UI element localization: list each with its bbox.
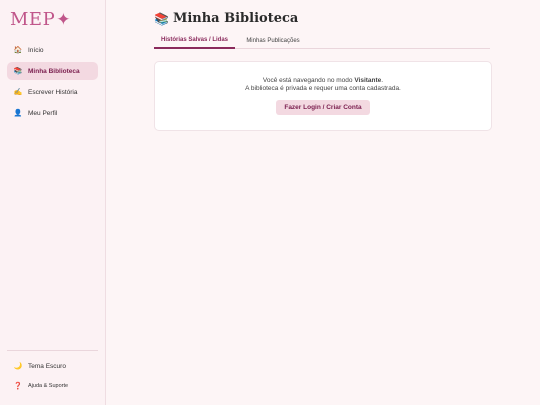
logo[interactable]: MEP✦ <box>10 9 71 30</box>
books-icon: 📚 <box>154 11 169 26</box>
tab-historias-salvas[interactable]: Histórias Salvas / Lidas <box>154 33 235 49</box>
private-library-message: A biblioteca é privada e requer uma cont… <box>245 85 401 92</box>
sidebar-divider <box>7 350 98 351</box>
sparkle-icon: ✦ <box>56 10 71 30</box>
user-icon: 👤 <box>13 110 23 117</box>
sidebar-item-meu-perfil[interactable]: 👤 Meu Perfil <box>7 104 98 122</box>
sidebar-item-label: Meu Perfil <box>28 109 58 117</box>
page-title: 📚 Minha Biblioteca <box>154 11 298 26</box>
main-content: 📚 Minha Biblioteca Histórias Salvas / Li… <box>106 0 540 405</box>
sidebar-item-label: Minha Biblioteca <box>28 67 80 75</box>
logo-text: MEP <box>10 9 56 30</box>
visitor-notice-card: Você está navegando no modo Visitante. A… <box>154 61 492 131</box>
visitor-mode-label: Visitante <box>354 77 382 84</box>
sidebar: MEP✦ 🏠 Início 📚 Minha Biblioteca ✍️ Escr… <box>0 0 106 405</box>
library-tabs: Histórias Salvas / Lidas Minhas Publicaç… <box>154 33 490 49</box>
sidebar-item-minha-biblioteca[interactable]: 📚 Minha Biblioteca <box>7 62 98 80</box>
dark-theme-toggle[interactable]: 🌙 Tema Escuro <box>7 357 98 375</box>
help-icon: ❓ <box>13 383 23 390</box>
home-icon: 🏠 <box>13 47 23 54</box>
sidebar-item-inicio[interactable]: 🏠 Início <box>7 41 98 59</box>
writing-hand-icon: ✍️ <box>13 89 23 96</box>
visitor-mode-message: Você está navegando no modo Visitante. <box>262 77 384 84</box>
tab-minhas-publicacoes[interactable]: Minhas Publicações <box>240 33 306 49</box>
sidebar-item-label: Início <box>28 46 44 54</box>
page-title-text: Minha Biblioteca <box>172 11 299 26</box>
moon-icon: 🌙 <box>13 363 23 370</box>
help-support-link[interactable]: ❓ Ajuda & Suporte <box>7 377 98 395</box>
sidebar-item-label: Escrever História <box>28 88 78 96</box>
sidebar-item-escrever-historia[interactable]: ✍️ Escrever História <box>7 83 98 101</box>
login-signup-button[interactable]: Fazer Login / Criar Conta <box>276 100 370 115</box>
help-support-label: Ajuda & Suporte <box>28 383 69 389</box>
books-icon: 📚 <box>13 68 23 75</box>
dark-theme-label: Tema Escuro <box>28 362 66 370</box>
